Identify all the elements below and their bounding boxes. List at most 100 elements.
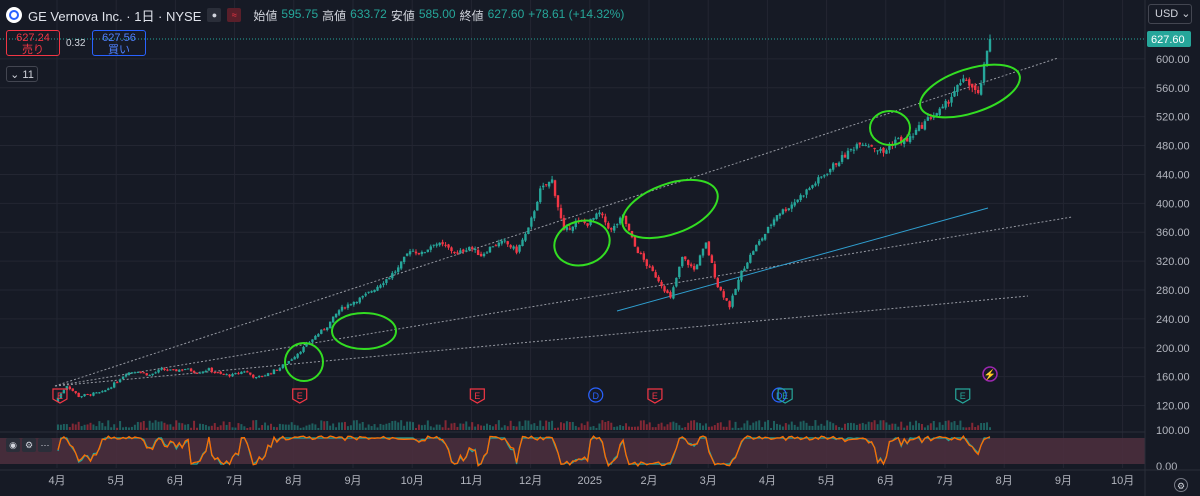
volume-bar	[308, 424, 311, 430]
x-tick-label: 6月	[877, 475, 894, 487]
volume-bar	[166, 424, 169, 430]
candle-body	[876, 150, 879, 152]
volume-bar	[403, 425, 406, 430]
candle-body	[654, 272, 657, 278]
candle-body	[219, 371, 222, 374]
candle-body	[394, 271, 397, 273]
settings-icon[interactable]: ⚙	[22, 438, 36, 452]
x-tick-label: 2月	[640, 475, 657, 487]
volume-bar	[690, 420, 693, 430]
candle-body	[136, 372, 140, 374]
candle-body	[192, 370, 196, 373]
candle-body	[678, 266, 681, 278]
candle-body	[367, 291, 370, 293]
candle-body	[524, 233, 527, 241]
buy-button[interactable]: 627.56 買い	[92, 30, 146, 56]
candle-body	[784, 209, 788, 211]
sell-button[interactable]: 627.24 売り	[6, 30, 60, 56]
volume-bar	[852, 423, 855, 430]
candle-body	[749, 254, 752, 263]
candle-body	[228, 374, 231, 377]
volume-bar	[361, 421, 364, 430]
candle-body	[988, 38, 992, 52]
candle-body	[376, 286, 379, 291]
candle-body	[645, 259, 648, 266]
candle-body	[133, 372, 137, 374]
volume-bar	[355, 420, 358, 430]
volume-bar	[385, 423, 388, 430]
candle-body	[470, 247, 474, 249]
price-chart[interactable]: 100.000.00 E E E D E D E E⚡ 120.00160.00200.002…	[0, 0, 1200, 496]
candle-body	[607, 223, 610, 229]
y-tick-label: 440.00	[1156, 169, 1190, 181]
candle-body	[953, 91, 956, 97]
symbol-title[interactable]: GE Vernova Inc. · 1日 · NYSE	[28, 6, 201, 25]
volume-bar	[278, 423, 281, 430]
volume-bar	[409, 421, 412, 430]
candle-body	[382, 283, 385, 286]
candle-body	[965, 79, 968, 81]
candle-body	[553, 180, 557, 196]
volume-bar	[944, 420, 947, 430]
candle-body	[311, 339, 314, 342]
volume-bar	[909, 421, 912, 430]
chart-settings-icon[interactable]: ⚙	[1174, 478, 1188, 492]
candle-body	[692, 266, 696, 270]
candle-body	[110, 387, 113, 389]
candle-body	[888, 145, 891, 150]
x-tick-label: 11月	[460, 475, 482, 487]
candle-body	[169, 369, 172, 371]
candle-body	[112, 382, 116, 388]
more-icon[interactable]: ⋯	[38, 438, 52, 452]
volume-bar	[619, 425, 622, 430]
y-tick-label: 280.00	[1156, 285, 1190, 297]
volume-bar	[243, 426, 246, 430]
volume-bar	[281, 424, 284, 430]
x-tick-label: 4月	[48, 475, 65, 487]
candle-body	[760, 238, 764, 241]
candle-body	[151, 373, 154, 376]
candle-body	[539, 188, 542, 203]
volume-bar	[965, 427, 968, 430]
eye-icon[interactable]: ◉	[6, 438, 20, 452]
last-price-label: 627.60	[1151, 34, 1185, 46]
volume-bar	[678, 425, 681, 430]
volume-bar	[947, 420, 950, 430]
candle-body	[447, 244, 450, 248]
currency-select[interactable]: USD ⌄	[1148, 4, 1192, 24]
volume-bar	[56, 424, 59, 430]
candle-body	[334, 313, 338, 318]
volume-bar	[382, 424, 385, 430]
candle-body	[530, 217, 533, 227]
indicators-toggle[interactable]: ⌄ 11	[6, 66, 38, 82]
visibility-dot-icon[interactable]: ●	[207, 8, 222, 22]
volume-bar	[426, 420, 429, 430]
candle-body	[536, 201, 539, 211]
flag-icon[interactable]: ≈	[227, 8, 242, 22]
candle-body	[962, 78, 965, 82]
volume-bar	[104, 426, 107, 430]
volume-bar	[941, 424, 944, 430]
candle-body	[408, 251, 412, 255]
candle-body	[89, 394, 92, 396]
candle-body	[707, 241, 711, 256]
candle-body	[411, 250, 415, 252]
volume-bar	[758, 420, 761, 430]
candle-body	[104, 390, 107, 392]
event-label: D	[592, 391, 599, 401]
y-tick-label: 480.00	[1156, 141, 1190, 153]
candle-body	[343, 307, 347, 309]
volume-bar	[110, 427, 113, 430]
volume-bar	[699, 423, 702, 430]
candle-body	[323, 329, 326, 331]
candle-body	[257, 376, 261, 378]
volume-bar	[98, 421, 101, 430]
candle-body	[725, 298, 728, 301]
volume-bar	[343, 421, 346, 430]
volume-bar	[527, 420, 530, 430]
volume-bar	[148, 420, 151, 430]
volume-bar	[719, 422, 722, 430]
volume-bar	[542, 426, 545, 430]
volume-bar	[746, 420, 749, 430]
volume-bar	[518, 421, 521, 430]
